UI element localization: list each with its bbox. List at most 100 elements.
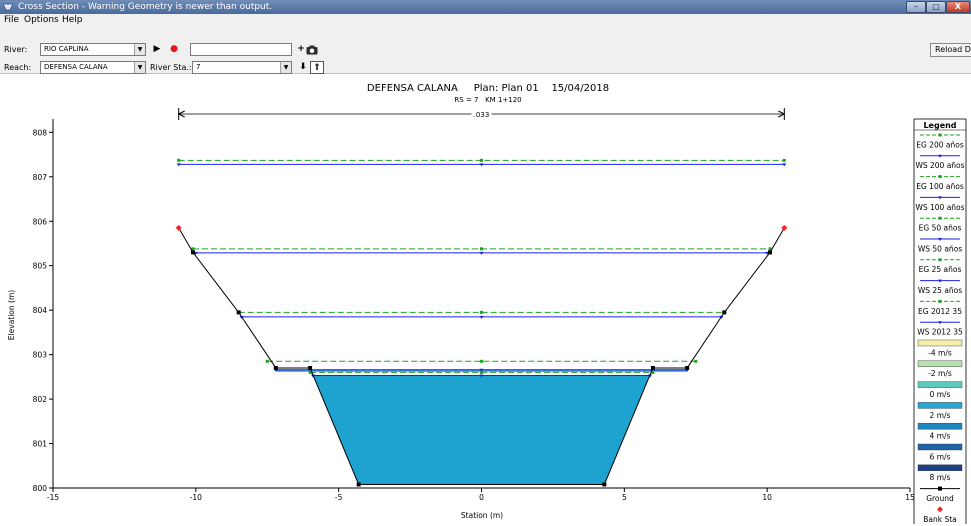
legend-label: WS 25 años [918,286,962,295]
plot-area: DEFENSA CALANA Plan: Plan 01 15/04/2018 … [0,75,971,526]
y-axis-label: Elevation (m) [7,290,16,340]
chevron-down-icon: ▼ [280,62,291,73]
window-title: Cross Section - Warning Geometry is newe… [18,2,273,12]
reach-label: Reach: [4,63,32,72]
close-button[interactable]: X [946,1,970,13]
legend-label: WS 200 años [915,161,964,170]
eg-marker [480,370,483,374]
ground-point [722,310,727,315]
menu-bar: File Options Help [0,14,971,26]
minimize-button[interactable]: – [906,1,926,13]
ground-point [273,365,278,370]
x-tick-label: 0 [479,493,484,502]
menu-file[interactable]: File [4,14,19,26]
legend-label: EG 2012 35 [918,307,962,316]
legend-velocity-swatch [917,423,963,430]
legend-swatch-marker [938,258,942,262]
camera-icon[interactable] [306,45,318,55]
y-tick-label: 808 [33,128,48,137]
eg-marker [694,359,698,363]
manning-n-label: .033 [474,111,490,119]
y-tick-label: 801 [33,440,48,449]
y-tick-label: 802 [33,395,48,404]
legend-label: EG 200 años [916,140,964,149]
legend-label: EG 50 años [919,224,962,233]
legend-velocity-swatch [917,402,963,409]
legend-velocity-swatch [917,464,963,471]
legend-label: WS 100 años [915,203,964,212]
profile-input[interactable] [190,43,292,56]
y-tick-label: 804 [33,306,48,315]
legend-velocity-swatch [917,381,963,388]
legend-swatch-marker [938,133,942,137]
x-tick-label: 10 [762,493,772,502]
chevron-down-icon: ▼ [134,44,145,55]
menu-help[interactable]: Help [62,14,83,26]
y-tick-label: 806 [33,217,48,226]
legend-velocity-swatch [917,360,963,367]
record-icon[interactable]: ● [167,43,181,56]
chart-legend: Legend EG 200 años WS 200 años EG 100 años W… [913,118,967,526]
legend-label: -2 m/s [928,369,952,378]
legend-label: WS 50 años [918,244,962,253]
legend-label: 8 m/s [930,473,951,482]
play-icon[interactable]: ▶ [150,43,164,56]
arrow-up-icon[interactable]: ⇑ [310,61,324,74]
reload-data-button[interactable]: Reload Data [930,43,971,57]
river-select[interactable]: RIO CAPLINA ▼ [40,43,146,56]
y-tick-label: 803 [33,351,48,360]
ground-point [650,365,655,370]
x-axis-label: Station (m) [461,511,503,520]
eg-marker [480,359,483,363]
river-label: River: [4,45,28,54]
eg-marker [265,359,269,363]
app-icon [3,3,13,11]
chart-subtitle: RS = 7 KM 1+120 [454,96,521,104]
title-bar: Cross Section - Warning Geometry is newe… [0,0,971,14]
river-sta-label: River Sta.: [150,63,192,72]
toolbar: River: RIO CAPLINA ▼ ▶ ● + Reach: DEFENS… [0,26,971,74]
y-tick-label: 805 [33,262,48,271]
chart-plot: .033 [175,108,788,487]
river-sta-select[interactable]: 7 ▼ [192,61,292,74]
ground-point [768,250,773,255]
river-sta-value: 7 [196,63,201,71]
bank-station-marker [781,224,788,231]
legend-label: -4 m/s [928,348,952,357]
legend-label: 6 m/s [930,452,951,461]
eg-marker [480,158,483,162]
reach-select-value: DEFENSA CALANA [44,63,108,71]
legend-label: Bank Sta [923,515,957,524]
legend-velocity-swatch [917,443,963,451]
y-tick-label: 807 [33,173,48,182]
maximize-button[interactable]: ▢ [926,1,946,13]
ground-point [236,310,241,315]
legend-label: Ground [926,494,954,503]
eg-marker [480,310,483,314]
flow-area-fill [312,375,651,485]
legend-label: EG 100 años [916,182,964,191]
eg-marker [177,158,181,162]
ground-point [356,482,361,487]
x-tick-label: -10 [190,493,202,502]
legend-velocity-swatch [917,339,963,347]
x-tick-label: 15 [905,493,915,502]
x-tick-label: -15 [47,493,59,502]
river-select-value: RIO CAPLINA [44,45,89,53]
cross-section-chart: DEFENSA CALANA Plan: Plan 01 15/04/2018 … [7,83,967,526]
legend-label: WS 2012 35 [917,328,963,337]
eg-marker [782,158,786,162]
menu-options[interactable]: Options [24,14,59,26]
chart-title: DEFENSA CALANA Plan: Plan 01 15/04/2018 [367,83,609,94]
legend-swatch-marker [938,299,942,303]
eg-marker [480,247,483,251]
ground-point [602,482,607,487]
x-tick-label: 5 [622,493,627,502]
y-tick-label: 800 [33,484,48,493]
legend-label: 0 m/s [930,390,951,399]
legend-swatch-marker [938,175,942,179]
arrow-down-icon[interactable]: ⬇ [296,61,310,74]
reach-select[interactable]: DEFENSA CALANA ▼ [40,61,146,74]
legend-label: 4 m/s [930,432,951,441]
legend-title: Legend [923,121,956,130]
